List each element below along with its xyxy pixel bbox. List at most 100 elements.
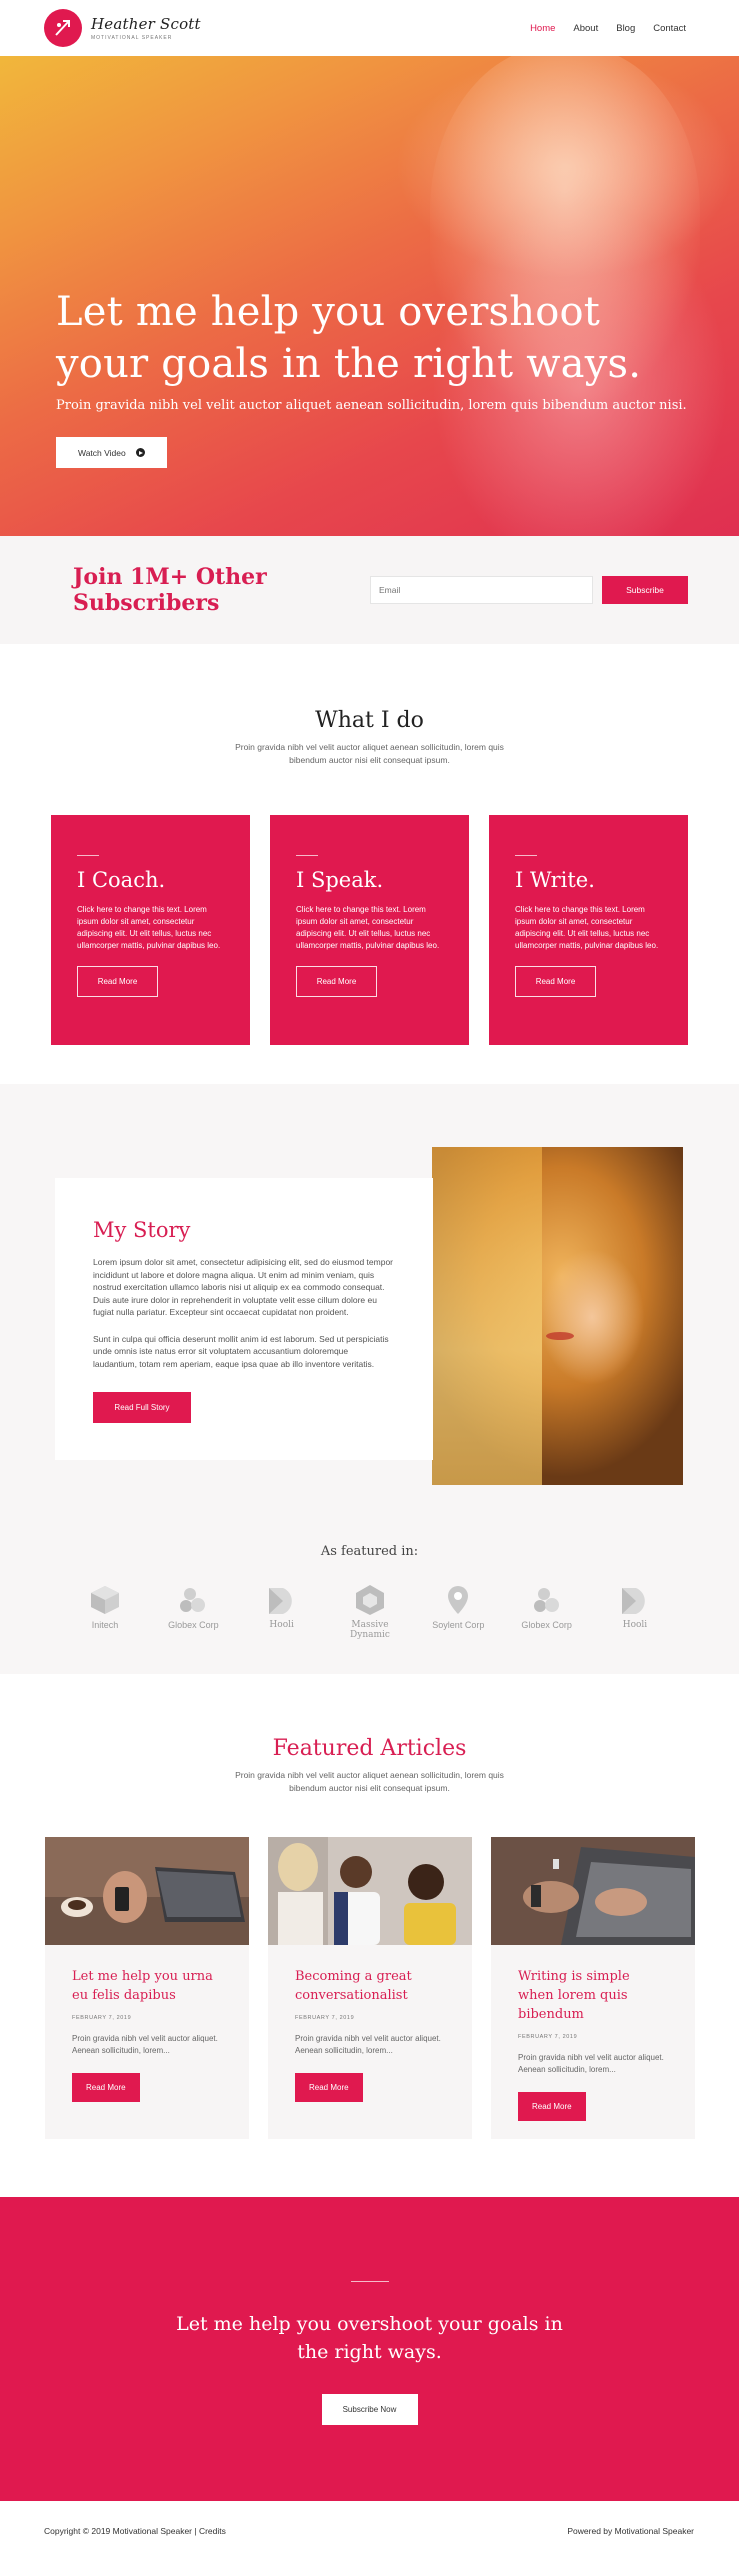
logo-globex: Globex Corp (158, 1584, 228, 1640)
story-paragraph-2: Sunt in culpa qui officia deserunt molli… (93, 1333, 389, 1369)
logo-name: Initech (91, 1620, 119, 1630)
nav-blog[interactable]: Blog (616, 23, 635, 34)
nav-contact[interactable]: Contact (653, 23, 686, 34)
logo-massive-dynamic: Massive Dynamic (335, 1584, 405, 1640)
logo-name: Globex Corp (521, 1620, 572, 1630)
circles-icon (533, 1588, 559, 1612)
card-divider (296, 855, 318, 856)
subscribe-title: Join 1M+ Other Subscribers (73, 564, 267, 616)
main-nav: Home About Blog Contact (530, 23, 686, 34)
article-date: FEBRUARY 7, 2019 (72, 2015, 132, 2021)
subscribe-section: Join 1M+ Other Subscribers Subscribe (0, 536, 739, 644)
featured-in-label: As featured in: (320, 1544, 419, 1559)
story-photo (432, 1147, 683, 1485)
pin-icon (448, 1586, 469, 1614)
article-excerpt: Proin gravida nibh vel velit auctor aliq… (518, 2053, 664, 2074)
read-full-story-button[interactable]: Read Full Story (93, 1392, 191, 1423)
what-i-do-title: What I do (315, 708, 424, 733)
site-header: Heather Scott MOTIVATIONAL SPEAKER Home … (0, 0, 739, 56)
watch-video-button[interactable]: Watch Video (56, 437, 167, 468)
watch-video-label: Watch Video (78, 447, 126, 458)
article-card: Let me help you urna eu felis dapibus FE… (45, 1837, 249, 2139)
hero-section: Let me help you overshoot your goals in … (0, 56, 739, 536)
article-date: FEBRUARY 7, 2019 (295, 2015, 355, 2021)
nav-about[interactable]: About (573, 23, 598, 34)
brand-tagline: MOTIVATIONAL SPEAKER (91, 34, 173, 41)
logo-name: Hooli (622, 1620, 648, 1630)
article-image[interactable] (491, 1837, 695, 1945)
logo-hooli: Hooli (247, 1584, 317, 1640)
story-box: My Story Lorem ipsum dolor sit amet, con… (55, 1178, 433, 1460)
card-speak: I Speak. Click here to change this text.… (270, 815, 469, 1045)
article-title[interactable]: Writing is simple when lorem quis bibend… (518, 1967, 669, 2024)
cube-icon (91, 1586, 119, 1614)
service-cards: I Coach. Click here to change this text.… (0, 815, 739, 1045)
logo-name: Hooli (269, 1620, 294, 1630)
read-more-button[interactable]: Read More (518, 2092, 586, 2121)
article-date: FEBRUARY 7, 2019 (518, 2034, 578, 2040)
read-more-button[interactable]: Read More (77, 966, 158, 997)
logo-hooli-2: Hooli (600, 1584, 670, 1640)
hero-title: Let me help you overshoot your goals in … (56, 289, 642, 387)
circles-icon (180, 1588, 206, 1612)
article-image[interactable] (268, 1837, 472, 1945)
card-divider (77, 855, 99, 856)
read-more-button[interactable]: Read More (296, 966, 377, 997)
leaf-icon (268, 1588, 292, 1614)
subscribe-button[interactable]: Subscribe (602, 576, 688, 604)
logo-soylent: Soylent Corp (423, 1584, 493, 1640)
leaf-icon (621, 1588, 645, 1614)
site-footer: Copyright © 2019 Motivational Speaker | … (0, 2501, 739, 2560)
article-excerpt: Proin gravida nibh vel velit auctor aliq… (295, 2034, 441, 2055)
subscribe-now-button[interactable]: Subscribe Now (321, 2394, 418, 2425)
read-more-button[interactable]: Read More (295, 2073, 363, 2102)
read-more-button[interactable]: Read More (515, 966, 596, 997)
hero-subtitle: Proin gravida nibh vel velit auctor aliq… (56, 398, 687, 413)
photo-lips (546, 1332, 574, 1340)
what-i-do-section: What I do Proin gravida nibh vel velit a… (0, 644, 739, 1084)
logo-initech: Initech (70, 1584, 140, 1640)
card-title: I Write. (515, 868, 595, 892)
story-section: My Story Lorem ipsum dolor sit amet, con… (0, 1084, 739, 1674)
read-more-button[interactable]: Read More (72, 2073, 140, 2102)
play-circle-icon (135, 448, 145, 457)
articles-title: Featured Articles (272, 1736, 467, 1761)
article-image[interactable] (45, 1837, 249, 1945)
story-paragraph-1: Lorem ipsum dolor sit amet, consectetur … (93, 1257, 394, 1317)
article-title[interactable]: Let me help you urna eu felis dapibus (72, 1967, 223, 2005)
article-excerpt: Proin gravida nibh vel velit auctor aliq… (72, 2034, 218, 2055)
logo-name: Massive Dynamic (350, 1620, 390, 1640)
card-write: I Write. Click here to change this text.… (489, 815, 688, 1045)
article-title[interactable]: Becoming a great conversationalist (295, 1967, 446, 2005)
hexagon-icon (355, 1585, 384, 1615)
photo-hair (432, 1147, 542, 1485)
card-title: I Speak. (296, 868, 384, 892)
brand[interactable]: Heather Scott MOTIVATIONAL SPEAKER (44, 9, 201, 47)
card-title: I Coach. (77, 868, 166, 892)
logo-globex-2: Globex Corp (512, 1584, 582, 1640)
brand-name: Heather Scott (91, 14, 201, 33)
articles-subtitle: Proin gravida nibh vel velit auctor aliq… (235, 1770, 504, 1793)
featured-articles-section: Featured Articles Proin gravida nibh vel… (0, 1674, 739, 2197)
logo-name: Globex Corp (168, 1620, 219, 1630)
cta-title: Let me help you overshoot your goals in … (176, 2313, 563, 2363)
card-text: Click here to change this text. Lorem ip… (77, 905, 221, 950)
story-title: My Story (93, 1218, 191, 1242)
email-field[interactable] (370, 576, 593, 604)
copyright-text: Copyright © 2019 Motivational Speaker | … (44, 2525, 226, 2536)
what-i-do-subtitle: Proin gravida nibh vel velit auctor aliq… (235, 742, 504, 765)
article-list: Let me help you urna eu felis dapibus FE… (0, 1837, 739, 2139)
powered-by-text: Powered by Motivational Speaker (567, 2525, 694, 2536)
card-text: Click here to change this text. Lorem ip… (296, 905, 440, 950)
page: Heather Scott MOTIVATIONAL SPEAKER Home … (0, 0, 739, 2560)
card-divider (515, 855, 537, 856)
logo-icon (44, 9, 82, 47)
card-text: Click here to change this text. Lorem ip… (515, 905, 659, 950)
nav-home[interactable]: Home (530, 23, 555, 34)
cta-section: Let me help you overshoot your goals in … (0, 2197, 739, 2501)
card-coach: I Coach. Click here to change this text.… (51, 815, 250, 1045)
cta-divider (350, 2281, 389, 2282)
featured-logos: Initech Globex Corp Hooli Massive Dynami… (70, 1584, 670, 1640)
article-card: Writing is simple when lorem quis bibend… (491, 1837, 695, 2139)
article-card: Becoming a great conversationalist FEBRU… (268, 1837, 472, 2139)
